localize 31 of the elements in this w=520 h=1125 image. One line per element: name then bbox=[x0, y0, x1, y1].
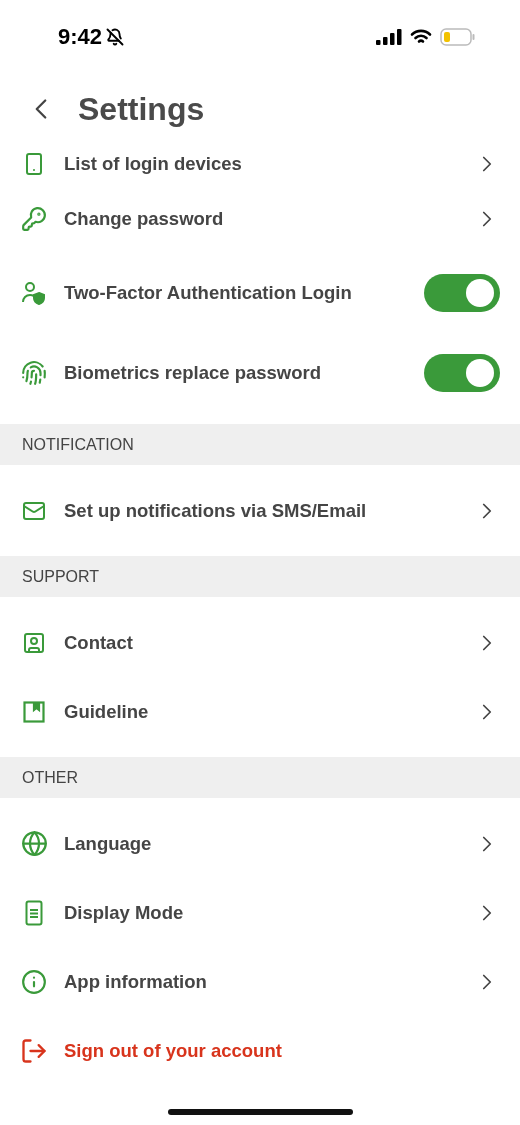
setting-label[interactable]: Guideline bbox=[64, 700, 458, 723]
setting-label[interactable]: Display Mode bbox=[64, 901, 458, 924]
phone-document-icon bbox=[25, 899, 43, 926]
toggle-switch[interactable] bbox=[424, 274, 500, 312]
signal-icon bbox=[376, 29, 402, 45]
setting-label[interactable]: Two-Factor Authentication Login bbox=[64, 282, 408, 304]
wifi-icon bbox=[410, 29, 432, 45]
globe-icon bbox=[20, 830, 48, 857]
bookmark-square-icon bbox=[23, 700, 45, 723]
section-header: SUPPORT bbox=[0, 556, 520, 597]
page-title: Settings bbox=[78, 90, 205, 128]
toggle-switch[interactable] bbox=[424, 354, 500, 392]
setting-label[interactable]: App information bbox=[64, 970, 458, 993]
contact-card-icon bbox=[22, 630, 46, 655]
info-icon bbox=[21, 968, 47, 995]
setting-label[interactable]: Language bbox=[64, 832, 458, 855]
section-header: NOTIFICATION bbox=[0, 424, 520, 465]
sign-out-icon bbox=[20, 1036, 48, 1065]
battery-icon bbox=[440, 28, 476, 46]
setting-label[interactable]: Sign out of your account bbox=[64, 1039, 500, 1062]
section-header: OTHER bbox=[0, 757, 520, 798]
bell-off-icon bbox=[106, 28, 125, 46]
fingerprint-icon bbox=[21, 360, 47, 386]
setting-label[interactable]: Biometrics replace password bbox=[64, 362, 408, 384]
setting-label[interactable]: Change password bbox=[64, 207, 458, 230]
setting-label[interactable]: List of login devices bbox=[64, 153, 458, 175]
setting-label[interactable]: Contact bbox=[64, 631, 458, 654]
status-time: 9:42 bbox=[58, 24, 103, 50]
setting-label[interactable]: Set up notifications via SMS/Email bbox=[64, 499, 458, 522]
user-shield-icon bbox=[21, 281, 47, 305]
key-icon bbox=[21, 205, 47, 232]
